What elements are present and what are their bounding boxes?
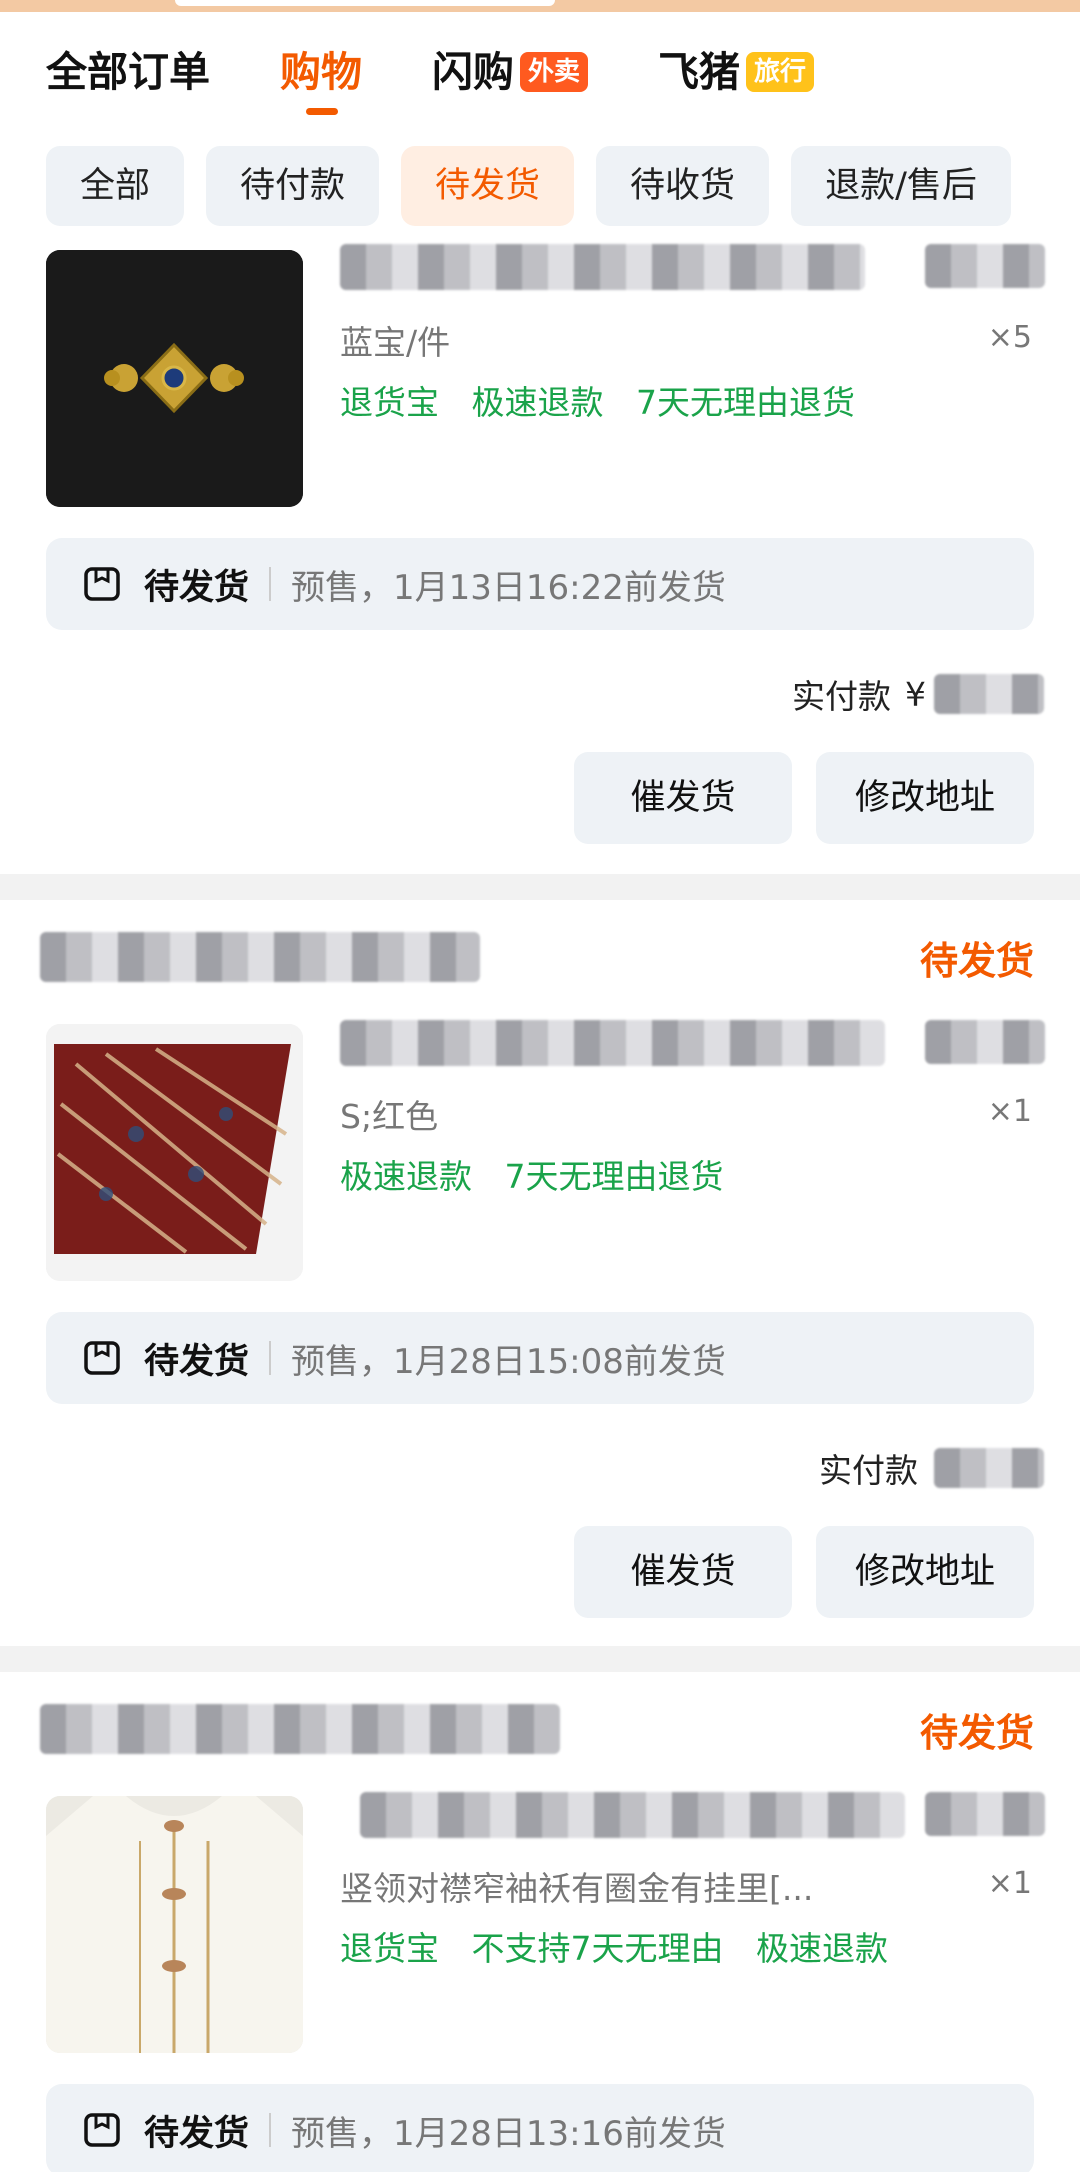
order-status: 待发货 [919,1711,1034,1755]
product-title-blurred [340,244,865,290]
filter-pending-payment[interactable]: 待付款 [206,146,380,226]
card-divider [0,1646,1080,1672]
shipping-status-box[interactable]: 待发货 预售，1月28日13:16前发货 [46,2084,1034,2172]
service-tags: 退货宝 不支持7天无理由 极速退款 [340,1922,910,1970]
carpet-image [46,1024,303,1281]
order-card: 蓝宝/件 ×5 退货宝 极速退款 7天无理由退货 待发货 预售，1月13日16:… [0,240,1080,874]
shipping-status-box[interactable]: 待发货 预售，1月13日16:22前发货 [46,538,1034,630]
amount-blurred [934,1448,1044,1488]
order-card: 待发货 竖领对襟窄袖袄有圈金有挂里[... ×1 退货宝 不支持7天无理由 极速… [0,1672,1080,2172]
service-tag: 极速退款 [471,383,604,422]
ship-status-label: 待发货 [144,567,250,608]
divider [269,1341,272,1375]
urge-shipment-button[interactable]: 催发货 [574,1526,792,1618]
sku: S;红色 [340,1097,439,1136]
quantity: ×1 [987,1866,1032,1901]
service-tag: 退货宝 [340,1929,439,1968]
service-tag: 极速退款 [340,1157,472,1196]
paid-amount: 实付款 [819,1444,1044,1492]
filter-pending-shipment[interactable]: 待发货 [401,146,575,226]
shop-name-blurred [40,1704,560,1754]
quantity: ×1 [987,1094,1032,1129]
shipping-status-box[interactable]: 待发货 预售，1月28日15:08前发货 [46,1312,1034,1404]
tab-flash-buy[interactable]: 闪购 外卖 [432,42,589,102]
order-card: 待发货 S;红色 ×1 极速退款 7天无理由退货 待发货 预售，1月28日15:… [0,900,1080,1646]
brooch-image [46,250,303,507]
garment-image [46,1796,303,2053]
ship-status-label: 待发货 [144,1341,250,1382]
paid-amount: 实付款 ¥ [792,670,1044,718]
price-blurred [925,1020,1045,1064]
product-image-carpet[interactable] [46,1024,303,1281]
shop-name-blurred [40,932,480,982]
top-strip [0,0,1080,12]
urge-shipment-button[interactable]: 催发货 [574,752,792,844]
ship-info: 预售，1月13日16:22前发货 [291,567,726,608]
tab-all-orders[interactable]: 全部订单 [46,42,210,102]
quantity: ×5 [987,320,1032,355]
service-tag: 7天无理由退货 [504,1157,724,1196]
product-title-blurred [360,1792,905,1838]
sku: 竖领对襟窄袖袄有圈金有挂里[... [340,1869,814,1908]
package-icon [84,2113,120,2147]
currency-symbol: ¥ [905,674,926,714]
price-blurred [925,244,1045,288]
service-tags: 极速退款 7天无理由退货 [340,1150,746,1198]
product-image-brooch[interactable] [46,250,303,507]
product-image-garment[interactable] [46,1796,303,2053]
tab-fliggy[interactable]: 飞猪 旅行 [658,42,815,102]
filter-all[interactable]: 全部 [46,146,185,226]
change-address-button[interactable]: 修改地址 [816,1526,1034,1618]
takeout-badge: 外卖 [520,52,589,92]
service-tag: 不支持7天无理由 [471,1929,724,1968]
card-divider [0,874,1080,900]
filter-pending-receipt[interactable]: 待收货 [596,146,770,226]
divider [269,2113,272,2147]
ship-status-label: 待发货 [144,2113,250,2154]
package-icon [84,567,120,601]
product-title-blurred [340,1020,885,1066]
ship-info: 预售，1月28日13:16前发货 [291,2113,726,2154]
amount-blurred [934,674,1044,714]
price-blurred [925,1792,1045,1836]
sku: 蓝宝/件 [340,323,451,362]
travel-badge: 旅行 [746,52,815,92]
order-type-tabs: 全部订单 购物 闪购 外卖 飞猪 旅行 [46,42,884,115]
filter-refund[interactable]: 退款/售后 [791,146,1011,226]
package-icon [84,1341,120,1375]
service-tag: 7天无理由退货 [636,383,855,422]
change-address-button[interactable]: 修改地址 [816,752,1034,844]
service-tag: 退货宝 [340,383,439,422]
ship-info: 预售，1月28日15:08前发货 [291,1341,726,1382]
service-tags: 退货宝 极速退款 7天无理由退货 [340,376,877,424]
order-status: 待发货 [919,939,1034,983]
tab-shopping[interactable]: 购物 [280,42,362,115]
divider [269,567,272,601]
status-filters: 全部 待付款 待发货 待收货 退款/售后 [46,146,1033,226]
service-tag: 极速退款 [756,1929,888,1968]
top-bar: 全部订单 购物 闪购 外卖 飞猪 旅行 全部 待付款 待发货 待收货 退款/售后 [0,0,1080,240]
active-tab-underline [306,108,338,115]
